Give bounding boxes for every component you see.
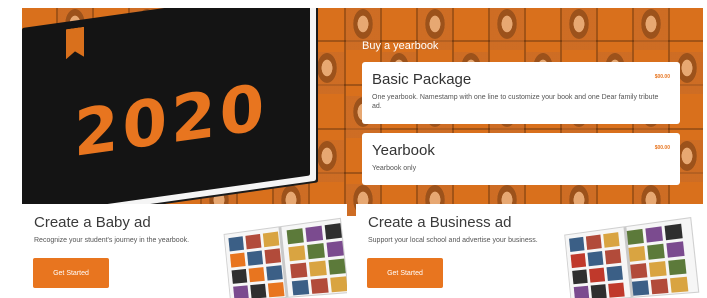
photo-tile — [245, 233, 262, 250]
photo-tile — [668, 258, 687, 276]
photo-tile — [291, 279, 310, 296]
business-ad-get-started-button[interactable]: Get Started — [367, 258, 443, 288]
photo-tile — [569, 236, 585, 252]
photo-tile — [246, 250, 264, 266]
yearbook-illustration: 2020 — [22, 8, 327, 216]
student-portrait — [490, 8, 524, 50]
photo-tile — [666, 241, 685, 258]
photo-tile — [570, 253, 587, 269]
package-name: Yearbook — [372, 142, 435, 159]
photo-tile — [267, 282, 285, 298]
photo-tile — [288, 245, 306, 262]
photo-tile — [589, 267, 606, 283]
package-description: Yearbook only — [372, 165, 417, 172]
package-price: $00.00 — [654, 74, 670, 80]
photo-tile — [647, 243, 665, 260]
photo-tile — [324, 222, 343, 240]
student-portrait — [634, 8, 668, 50]
photo-tile — [587, 251, 604, 267]
package-description: One yearbook. Namestamp with one line to… — [372, 94, 659, 110]
package-name: Basic Package — [372, 71, 472, 88]
photo-tile — [305, 225, 324, 242]
package-card-basic[interactable]: Basic Package $00.00 One yearbook. Names… — [362, 62, 680, 124]
photo-tile — [231, 268, 248, 284]
photo-tile — [585, 234, 602, 250]
photo-tile — [590, 284, 607, 298]
photo-tile — [608, 282, 625, 298]
photo-tile — [330, 276, 347, 293]
photo-tile — [648, 261, 667, 277]
business-ad-card: Create a Business ad Support your local … — [356, 204, 703, 298]
photo-tile — [229, 252, 246, 268]
baby-ad-card: Create a Baby ad Recognize your student'… — [22, 204, 347, 298]
photo-tile — [286, 228, 304, 245]
photo-tile — [603, 232, 620, 248]
photo-tile — [250, 283, 267, 298]
photo-tile — [326, 240, 345, 258]
student-portrait — [562, 8, 596, 50]
photo-tile — [307, 243, 325, 260]
photo-tile — [572, 269, 588, 285]
package-price: $00.00 — [654, 145, 670, 151]
photo-tile — [264, 248, 282, 264]
photo-tile — [670, 276, 689, 293]
photo-tile — [573, 285, 590, 298]
photo-tile — [650, 278, 669, 295]
package-card-yearbook[interactable]: Yearbook $00.00 Yearbook only — [362, 133, 680, 185]
photo-tile — [310, 278, 329, 294]
photo-tile — [626, 228, 644, 245]
photo-tile — [631, 280, 650, 296]
photo-tile — [233, 285, 249, 298]
photo-tile — [628, 245, 646, 262]
buy-yearbook-heading: Buy a yearbook — [362, 40, 439, 52]
photo-tile — [266, 265, 283, 281]
photo-tile — [328, 258, 347, 275]
photo-tile — [308, 260, 327, 277]
photo-tile — [290, 262, 308, 279]
photo-tile — [630, 263, 648, 279]
baby-ad-get-started-button[interactable]: Get Started — [33, 258, 109, 288]
photo-tile — [645, 226, 663, 243]
photo-tile — [262, 231, 280, 248]
photo-tile — [604, 248, 622, 265]
photo-tile — [664, 223, 683, 241]
photo-tile — [228, 236, 244, 252]
photo-tile — [248, 267, 265, 283]
photo-tile — [606, 265, 623, 281]
